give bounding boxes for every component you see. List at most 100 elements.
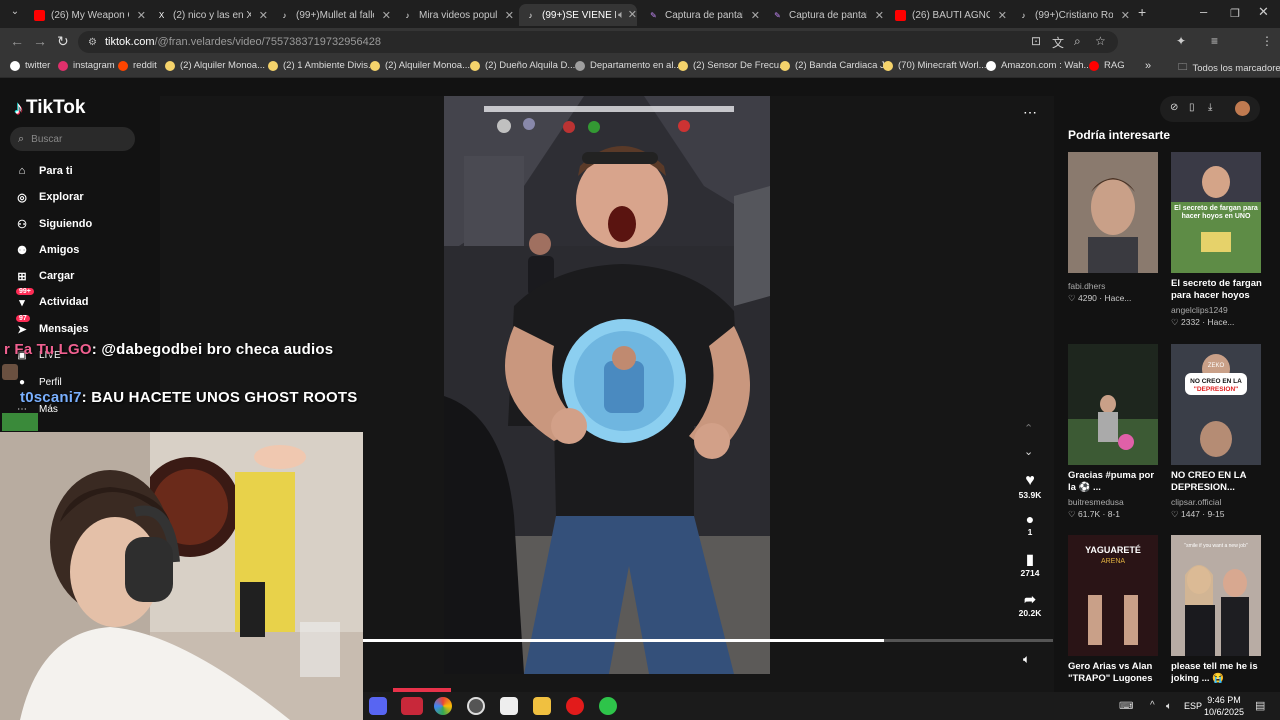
video-title: Gero Arias vs Alan "TRAPO" Lugones ... [1068, 661, 1153, 684]
bookmark-item[interactable]: (2) Dueño Alquila D... [470, 60, 575, 71]
chrome-icon[interactable] [434, 697, 452, 715]
tab-close-icon[interactable]: ✕ [998, 9, 1007, 22]
bookmark-favicon-icon [678, 60, 688, 71]
sidebar-item-friends[interactable]: ⚉ Amigos [14, 242, 79, 258]
user-avatar[interactable] [1235, 101, 1250, 116]
tab-close-icon[interactable]: ✕ [137, 9, 146, 22]
more-bookmarks-icon[interactable]: » [1145, 60, 1151, 72]
tab-close-icon[interactable]: ✕ [382, 9, 391, 22]
tab-close-icon[interactable]: ✕ [259, 9, 268, 22]
bookmark-item[interactable]: twitter [10, 60, 50, 71]
tab-close-icon[interactable]: 🔈︎ ✕ [618, 8, 637, 22]
bookmark-item[interactable]: (2) Alquiler Monoa... [165, 60, 265, 71]
tab-1[interactable]: (26) My Weapon Con ✕ [28, 4, 146, 26]
save-button[interactable]: ▮ 2714 [1018, 551, 1042, 578]
sidebar-item-messages[interactable]: ➤ Mensajes 97 [14, 315, 89, 337]
tab-2[interactable]: X (2) nico y las en X: "Bi ✕ [150, 4, 268, 26]
device-icon[interactable]: ▯ [1189, 102, 1195, 113]
forward-icon[interactable]: → [33, 33, 47, 49]
app-icon[interactable] [401, 697, 423, 715]
video-player[interactable] [444, 96, 770, 674]
back-icon[interactable]: ← [10, 33, 24, 49]
like-button[interactable]: ♥ 53.9K [1018, 472, 1042, 500]
opera-icon[interactable] [566, 697, 584, 715]
tab-7[interactable]: ✎ Captura de pantalla ✕ [766, 4, 884, 26]
sidebar-item-profile[interactable]: ● Perfil [14, 374, 62, 390]
address-bar[interactable]: ⚙ tiktok.com/@fran.velardes/video/755738… [78, 31, 1118, 53]
bookmark-item[interactable]: (2) Sensor De Frecu... [678, 60, 787, 71]
site-info-icon[interactable]: ⚙ [88, 37, 97, 48]
tab-8[interactable]: (26) BAUTI AGNONE ✕ [889, 4, 1007, 26]
file-explorer-icon[interactable] [533, 697, 551, 715]
clock-time[interactable]: 9:46 PM [1199, 695, 1249, 705]
bookmark-star-icon[interactable]: ☆ [1095, 34, 1106, 48]
install-icon[interactable]: ⊡ [1031, 34, 1041, 48]
tab-close-icon[interactable]: ✕ [875, 9, 884, 22]
comment-button[interactable]: ● 1 [1018, 511, 1042, 537]
new-tab-icon[interactable]: + [1138, 4, 1146, 20]
video-author[interactable]: clipsar.official [1171, 497, 1263, 507]
browser-menu-icon[interactable]: ⋮ [1261, 34, 1273, 48]
restore-icon[interactable]: ❐ [1230, 7, 1240, 20]
clock-date[interactable]: 10/6/2025 [1199, 707, 1249, 717]
bookmark-item[interactable]: (70) Minecraft Worl... [883, 60, 987, 71]
bookmark-item[interactable]: (2) Alquiler Monoa... [370, 60, 470, 71]
extensions-puzzle-icon[interactable]: ✦ [1176, 34, 1186, 48]
tab-3[interactable]: ♪ (99+)Mullet al fallo: ¡ ✕ [273, 4, 392, 26]
search-input[interactable]: ⌕ Buscar [10, 127, 135, 151]
tab-5[interactable]: ♪ (99+)SE VIENE EL🔈︎ ✕ [519, 4, 637, 26]
volume-icon[interactable]: 🔈︎ [1023, 652, 1030, 667]
tab-close-icon[interactable]: ✕ [751, 9, 760, 22]
video-author[interactable]: fabi.dhers [1068, 281, 1160, 291]
bookmark-item[interactable]: reddit [118, 60, 157, 71]
video-author[interactable]: angelclips1249 [1171, 305, 1263, 315]
reload-icon[interactable]: ↻ [57, 33, 69, 50]
app-icon-3[interactable] [599, 697, 617, 715]
messages-icon: ➤ [17, 323, 27, 336]
download-icon[interactable]: ⤓ [1208, 102, 1212, 113]
bookmark-item[interactable]: instagram [58, 60, 115, 71]
prev-video-icon[interactable]: ⌃ [1024, 422, 1033, 435]
thumb-5-art: YAGUARETÉ ARENA [1068, 535, 1158, 656]
notification-icon[interactable]: ▤ [1255, 699, 1265, 712]
close-window-icon[interactable]: ✕ [1258, 4, 1269, 20]
chat-user-1: r Fa Tu LGO [4, 341, 92, 358]
tab-9[interactable]: ♪ (99+)Cristiano Ronal ✕ [1012, 4, 1131, 26]
video-author[interactable]: buitresmedusa [1068, 497, 1160, 507]
bookmark-item[interactable]: (2) Banda Cardiaca J... [780, 60, 893, 71]
all-bookmarks-folder[interactable]: 🗀 Todos los marcadores [1178, 60, 1280, 76]
sidebar-item-home[interactable]: ⌂ Para ti [14, 163, 73, 179]
bookmark-item[interactable]: Amazon.com : Wah... [986, 60, 1091, 71]
share-button[interactable]: ➦ 20.2K [1018, 591, 1042, 618]
tab-6[interactable]: ✎ Captura de pantalla ✕ [642, 4, 760, 26]
app-icon-2[interactable] [500, 697, 518, 715]
obs-icon[interactable] [467, 697, 485, 715]
keyboard-icon[interactable]: ⌨ [1119, 701, 1133, 712]
sidebar-item-following[interactable]: ⚇ Siguiendo [14, 216, 92, 232]
speaker-icon[interactable]: 🔈︎ [1166, 701, 1172, 712]
media-control-icon[interactable]: ≡ [1211, 34, 1218, 48]
sidebar-item-upload[interactable]: ⊞ Cargar [14, 268, 74, 284]
bookmark-item[interactable]: RAG [1089, 60, 1125, 71]
sidebar-item-activity[interactable]: ▾ Actividad 99+ [14, 288, 89, 310]
tray-chevron-icon[interactable]: ^ [1150, 700, 1155, 711]
bookmark-label: Departamento en al... [590, 60, 682, 71]
friends-icon: ⚉ [17, 244, 27, 257]
zoom-icon[interactable]: ⌕ [1074, 34, 1081, 49]
tab-close-icon[interactable]: ✕ [505, 9, 514, 22]
translate-icon[interactable]: 文 [1052, 34, 1064, 51]
tab-close-icon[interactable]: ✕ [1121, 9, 1130, 22]
tab-4[interactable]: ♪ Mira videos populare ✕ [396, 4, 515, 26]
minimize-icon[interactable]: – [1200, 4, 1207, 19]
more-options-icon[interactable]: ⋯ [1023, 104, 1037, 121]
tab-search-icon[interactable]: ⌄ [8, 6, 22, 20]
bookmark-item[interactable]: (2) 1 Ambiente Divis... [268, 60, 376, 71]
coins-icon[interactable]: ⊘ [1170, 102, 1178, 113]
bookmark-item[interactable]: Departamento en al... [575, 60, 681, 71]
discord-icon[interactable] [369, 697, 387, 715]
video-progress-bar[interactable] [363, 639, 1053, 642]
sidebar-item-compass[interactable]: ◎ Explorar [14, 189, 83, 205]
tiktok-note-icon: ♪ [14, 97, 23, 118]
next-video-icon[interactable]: ⌄ [1024, 445, 1033, 458]
tiktok-logo[interactable]: ♪ TikTok [14, 97, 85, 119]
